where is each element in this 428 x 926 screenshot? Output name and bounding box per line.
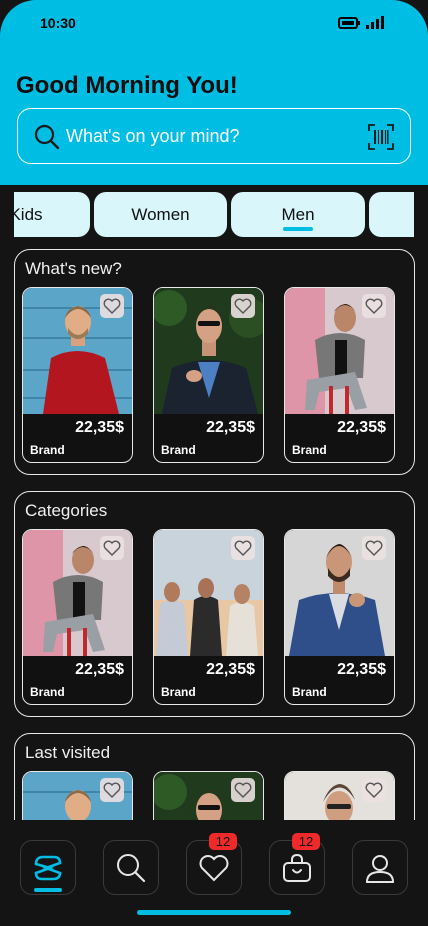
- favorites-count-badge: 12: [209, 833, 237, 850]
- signal-icon: [366, 16, 384, 29]
- section-categories: Categories 22,35$ Brand 22,35$ Brand 22,…: [14, 491, 415, 717]
- home-indicator: [137, 910, 291, 915]
- nav-home-button[interactable]: [20, 840, 76, 895]
- heart-icon: [103, 782, 121, 798]
- section-title: Last visited: [25, 743, 111, 762]
- product-brand: Brand: [161, 443, 196, 457]
- tab-label: Women: [131, 204, 190, 224]
- category-card[interactable]: 22,35$ Brand: [284, 529, 395, 705]
- tab-label: Kids: [14, 204, 43, 224]
- profile-icon: [365, 854, 395, 883]
- app-header: 10:30 Good Morning You!: [0, 0, 428, 185]
- product-price: 22,35$: [337, 419, 386, 436]
- battery-icon: [338, 16, 360, 29]
- category-card[interactable]: 22,35$ Brand: [153, 529, 264, 705]
- active-nav-indicator: [34, 888, 62, 892]
- product-card[interactable]: 22,35$ Brand: [153, 287, 264, 463]
- favorite-button[interactable]: [100, 778, 124, 802]
- product-brand: Brand: [30, 685, 65, 699]
- heart-icon: [234, 540, 252, 556]
- tab-kids[interactable]: Kids: [14, 192, 90, 237]
- product-price: 22,35$: [206, 661, 255, 678]
- barcode-scan-icon[interactable]: [368, 124, 394, 150]
- search-bar[interactable]: [17, 108, 411, 164]
- heart-icon: [234, 298, 252, 314]
- status-icons: [338, 16, 384, 29]
- product-brand: Brand: [292, 443, 327, 457]
- product-brand: Brand: [161, 685, 196, 699]
- heart-icon: [365, 540, 383, 556]
- heart-icon: [199, 854, 229, 881]
- shopping-bag-icon: [283, 853, 311, 882]
- tab-next[interactable]: [369, 192, 414, 237]
- active-tab-indicator: [283, 227, 313, 231]
- nav-search-button[interactable]: [103, 840, 159, 895]
- cart-count-badge: 12: [292, 833, 320, 850]
- search-input[interactable]: [66, 121, 356, 151]
- product-brand: Brand: [30, 443, 65, 457]
- nav-profile-button[interactable]: [352, 840, 408, 895]
- favorite-button[interactable]: [231, 536, 255, 560]
- product-price: 22,35$: [75, 661, 124, 678]
- favorite-button[interactable]: [231, 778, 255, 802]
- nav-cart-button[interactable]: 12: [269, 833, 325, 895]
- favorite-button[interactable]: [231, 294, 255, 318]
- product-price: 22,35$: [206, 419, 255, 436]
- section-title: What's new?: [25, 259, 122, 278]
- section-title: Categories: [25, 501, 108, 520]
- favorite-button[interactable]: [100, 294, 124, 318]
- product-card[interactable]: 22,35$ Brand: [22, 287, 133, 463]
- heart-icon: [103, 298, 121, 314]
- heart-icon: [234, 782, 252, 798]
- section-whats-new: What's new? 22,35$ Brand 22,35$ Brand 22…: [14, 249, 415, 475]
- heart-icon: [365, 782, 383, 798]
- category-tabs: Kids Women Men: [14, 192, 414, 238]
- search-icon: [34, 124, 60, 150]
- heart-icon: [365, 298, 383, 314]
- logo-icon: [34, 855, 62, 880]
- category-card[interactable]: 22,35$ Brand: [22, 529, 133, 705]
- tab-men[interactable]: Men: [231, 192, 365, 237]
- tab-label: Men: [281, 204, 315, 224]
- favorite-button[interactable]: [362, 778, 386, 802]
- product-price: 22,35$: [75, 419, 124, 436]
- heart-icon: [103, 540, 121, 556]
- greeting-title: Good Morning You!: [16, 72, 238, 99]
- favorite-button[interactable]: [362, 294, 386, 318]
- favorite-button[interactable]: [100, 536, 124, 560]
- status-time: 10:30: [40, 15, 76, 31]
- search-icon: [117, 853, 146, 882]
- product-card[interactable]: 22,35$ Brand: [284, 287, 395, 463]
- nav-favorites-button[interactable]: 12: [186, 833, 242, 895]
- favorite-button[interactable]: [362, 536, 386, 560]
- bottom-navigation: 12 12: [0, 820, 428, 926]
- product-brand: Brand: [292, 685, 327, 699]
- tab-women[interactable]: Women: [94, 192, 227, 237]
- product-price: 22,35$: [337, 661, 386, 678]
